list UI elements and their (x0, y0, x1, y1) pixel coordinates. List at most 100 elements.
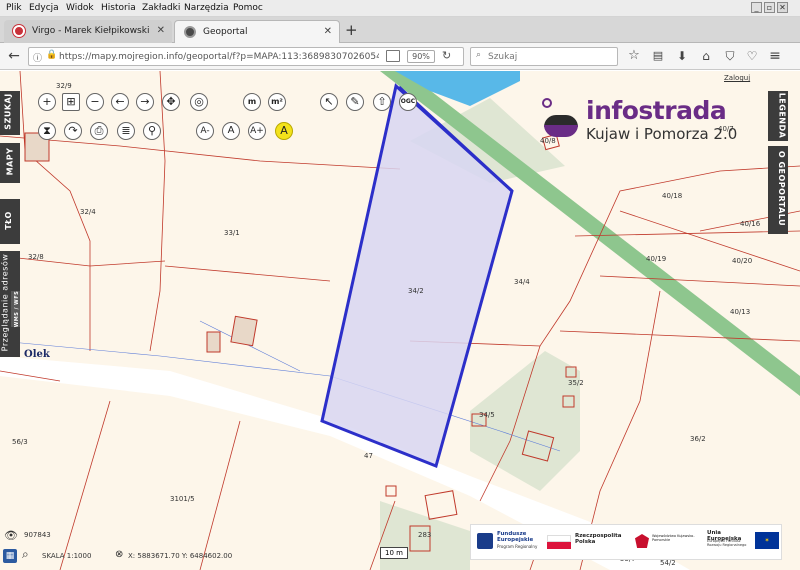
layers-list-icon[interactable]: ≣ (117, 122, 135, 140)
map-view[interactable]: 32/9 32/4 33/1 32/8 34/2 34/4 40/8 40/7 … (0, 71, 800, 570)
downloads-icon[interactable]: ⬇ (673, 47, 691, 65)
eu-flag-icon: ✶ (755, 532, 779, 549)
link-icon[interactable]: ⚲ (143, 122, 161, 140)
parcel-label: 32/8 (28, 253, 44, 261)
edit-pencil-icon[interactable]: ✎ (346, 93, 364, 111)
scale-bar: 10 m (380, 547, 408, 559)
zoom-level[interactable]: 90% (407, 50, 435, 63)
shield-icon[interactable]: ⛉ (721, 47, 739, 65)
zoom-in-icon[interactable]: + (38, 93, 56, 111)
pocket-icon[interactable]: ♡ (743, 47, 761, 65)
place-name: Olek (24, 349, 51, 360)
parcel-label: 40/19 (646, 255, 666, 263)
coordinates-readout: X: 5883671.70 Y: 6484602.00 (128, 552, 233, 560)
lock-icon: 🔒 (46, 50, 58, 60)
share-icon[interactable]: ⇧ (373, 93, 391, 111)
tab-geoportal[interactable]: Geoportal ✕ (174, 20, 340, 43)
measure-area-button[interactable]: m² (268, 93, 286, 111)
maximize-icon[interactable]: ▫ (764, 2, 775, 13)
search-icon: ⌕ (476, 50, 482, 60)
pan-icon[interactable]: ✥ (162, 93, 180, 111)
print-icon[interactable]: ⎙ (90, 122, 108, 140)
menu-bookmarks[interactable]: Zakładki (142, 3, 180, 13)
tab-mapy[interactable]: MAPY (0, 143, 20, 183)
url-text: https://mapy.mojregion.info/geoportal/f?… (59, 52, 379, 62)
map-icon[interactable]: ▦ (3, 549, 17, 563)
text-smaller-button[interactable]: A- (196, 122, 214, 140)
close-tab-icon[interactable]: ✕ (324, 26, 332, 37)
menu-edit[interactable]: Edycja (29, 3, 59, 13)
pan-left-icon[interactable]: ← (111, 93, 129, 111)
tab-wms-wfs[interactable]: WMS / WFS (11, 291, 20, 327)
infostrada-logo: infostrada Kujaw i Pomorza 2.0 (540, 97, 740, 147)
measure-length-button[interactable]: m (243, 93, 261, 111)
parcel-label: 34/5 (479, 411, 495, 419)
hourglass-icon[interactable]: ⧗ (38, 122, 56, 140)
new-tab-icon[interactable]: + (345, 21, 358, 39)
tab-szukaj[interactable]: SZUKAJ (0, 91, 20, 135)
menu-file[interactable]: Plik (6, 3, 22, 13)
nav-bar: ← ⓘ 🔒 https://mapy.mojregion.info/geopor… (0, 43, 800, 70)
parcel-label: 34/2 (408, 287, 424, 295)
rp-text: Rzeczpospolita Polska (575, 533, 622, 545)
tab-o-geoportalu[interactable]: O GEOPORTALU (768, 146, 788, 234)
tab-label: Geoportal (203, 27, 248, 37)
close-window-icon[interactable]: ✕ (777, 2, 788, 13)
info-icon[interactable]: ⓘ (33, 51, 42, 64)
menu-history[interactable]: Historia (101, 3, 136, 13)
home-icon[interactable]: ⌂ (697, 47, 715, 65)
tab-virgo[interactable]: Virgo - Marek Kiełpikowski ✕ (4, 20, 172, 43)
redo-icon[interactable]: ↷ (64, 122, 82, 140)
pan-right-icon[interactable]: → (136, 93, 154, 111)
bookmark-star-icon[interactable]: ☆ (625, 47, 643, 65)
virgo-favicon-icon (13, 25, 25, 37)
fundusze-logo-icon (477, 533, 493, 549)
close-tab-icon[interactable]: ✕ (157, 25, 165, 36)
zoom-magnifier-icon[interactable]: ⌕ (22, 547, 29, 562)
minimize-icon[interactable]: _ (751, 2, 762, 13)
eu-funding-banner: Fundusze Europejskie Program Regionalny … (470, 524, 782, 560)
parcel-label: 54/2 (660, 559, 676, 567)
tab-tlo[interactable]: TŁO (0, 199, 20, 244)
woj-emblem-icon (635, 534, 649, 548)
coords-icon: ⊗ (115, 549, 124, 560)
tab-bar: Virgo - Marek Kiełpikowski ✕ Geoportal ✕… (0, 17, 800, 43)
high-contrast-button[interactable]: A (275, 122, 293, 140)
reload-icon[interactable]: ↻ (442, 49, 451, 62)
parcel-label: 283 (418, 531, 431, 539)
library-icon[interactable]: ▤ (649, 47, 667, 65)
reader-view-icon[interactable] (386, 50, 400, 62)
fundusze-text: Fundusze Europejskie (497, 531, 534, 543)
menu-help[interactable]: Pomoc (233, 3, 263, 13)
zoom-box-icon[interactable]: ⊞ (62, 93, 80, 111)
menu-hamburger-icon[interactable]: ≡ (766, 47, 784, 65)
parcel-label: 33/1 (224, 229, 240, 237)
select-arrow-icon[interactable]: ↖ (320, 93, 338, 111)
parcel-label: 3101/5 (170, 495, 195, 503)
ue-subtext: Europejski Fundusz Rozwoju Regionalnego (707, 539, 747, 547)
text-larger-button[interactable]: A+ (248, 122, 266, 140)
parcel-label: 34/4 (514, 278, 530, 286)
parcel-label: 40/18 (662, 192, 682, 200)
parcel-label: 32/9 (56, 82, 72, 90)
ogc-button[interactable]: OGC (399, 93, 417, 111)
url-bar[interactable]: ⓘ 🔒 https://mapy.mojregion.info/geoporta… (28, 47, 464, 66)
parcel-label: 36/2 (690, 435, 706, 443)
menu-view[interactable]: Widok (66, 3, 94, 13)
menu-tools[interactable]: Narzędzia (184, 3, 229, 13)
menu-bar: Plik Edycja Widok Historia Zakładki Narz… (0, 0, 800, 17)
geoportal-favicon-icon (184, 26, 196, 38)
logo-dot-icon (542, 98, 552, 108)
zoom-out-icon[interactable]: − (86, 93, 104, 111)
parcel-label: 47 (364, 452, 373, 460)
tab-legenda[interactable]: LEGENDA (768, 91, 788, 141)
parcel-label: 56/3 (12, 438, 28, 446)
eye-icon: 👁 (4, 529, 18, 542)
login-link[interactable]: Zaloguj (724, 74, 750, 82)
locate-icon[interactable]: ◎ (190, 93, 208, 111)
search-input[interactable]: ⌕ Szukaj (470, 47, 618, 66)
scale-text: SKALA 1:1000 (42, 552, 92, 560)
fundusze-subtext: Program Regionalny (497, 544, 538, 549)
text-normal-button[interactable]: A (222, 122, 240, 140)
back-icon[interactable]: ← (5, 47, 23, 65)
